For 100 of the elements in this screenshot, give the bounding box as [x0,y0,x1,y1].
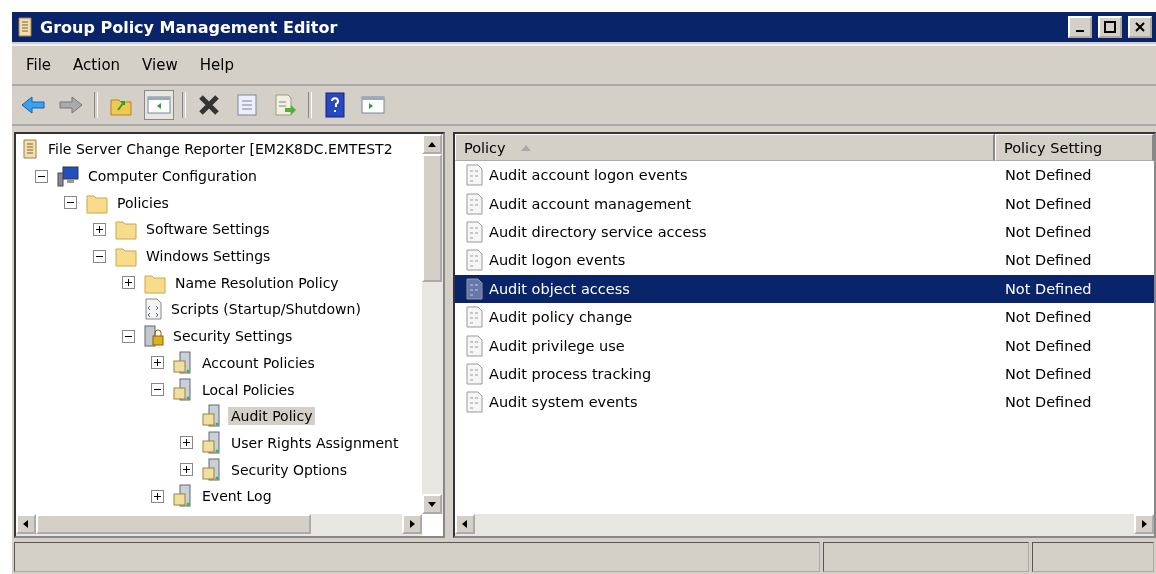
policy-document-icon [464,249,485,272]
policy-setting: Not Defined [1003,167,1093,184]
policy-setting: Not Defined [1003,223,1093,240]
tree-item[interactable]: Account Policies [199,353,318,372]
plus-icon [153,491,162,501]
menu-item[interactable]: View [142,56,178,74]
plus-icon [153,358,162,368]
tree-item[interactable]: Computer Configuration [85,167,260,186]
horizontal-scrollbar[interactable] [454,514,1154,536]
scroll-icon [16,16,34,38]
tree-item[interactable]: Scripts (Startup/Shutdown) [168,300,364,319]
policy-row[interactable]: Audit privilege use Not Defined [454,331,1154,360]
menu-item[interactable]: File [26,56,52,74]
close-icon [1134,21,1146,33]
document-list-icon [236,93,258,117]
policy-row[interactable]: Audit policy change Not Defined [454,302,1154,332]
policy-name: Audit policy change [488,309,633,326]
policy-document-icon [464,334,485,357]
tree-item[interactable]: Local Policies [199,380,298,399]
tree-item[interactable]: File Server Change Reporter [EM2K8DC.EMTEST2 [45,140,396,159]
collapse-button[interactable] [93,249,106,263]
tree-item[interactable]: Audit Policy [228,407,316,426]
plus-icon [95,224,104,234]
policy-row[interactable]: Audit object access Not Defined [454,274,1154,303]
policy-document-icon [464,391,485,414]
policy-document-icon [464,164,485,187]
policy-document-icon [464,306,485,329]
server-icon [172,484,194,509]
plus-icon [182,465,191,475]
tree-item[interactable]: User Rights Assignment [228,433,402,452]
server-icon [172,350,194,375]
policy-row[interactable]: Audit account management Not Defined [454,189,1154,218]
tree-item[interactable]: Name Resolution Policy [172,273,342,292]
policy-row[interactable]: Audit directory service access Not Defined [454,217,1154,247]
right-arrow-icon [58,95,84,115]
expand-button[interactable] [180,463,193,477]
collapse-button[interactable] [122,329,135,343]
window-title: Group Policy Management Editor [40,17,339,37]
policy-name: Audit privilege use [488,337,625,354]
collapse-button[interactable] [64,196,77,210]
minimize-icon [1076,30,1084,32]
plus-icon [182,438,191,448]
expand-button[interactable] [93,222,106,236]
left-arrow-icon [21,519,31,529]
collapse-button[interactable] [35,169,48,183]
menu-item[interactable]: Action [73,56,121,74]
menu-item[interactable]: Help [199,56,234,74]
server-icon [172,377,194,402]
policy-document-icon [464,220,485,243]
policy-document-icon [464,362,485,385]
policy-document-icon [464,192,485,215]
policy-row[interactable]: Audit logon events Not Defined [454,246,1154,275]
maximize-button[interactable] [1098,16,1122,38]
policy-row[interactable]: Audit system events Not Defined [454,388,1154,417]
policy-setting: Not Defined [1003,252,1093,269]
policy-setting: Not Defined [1003,195,1093,212]
server-lock-icon [143,324,165,349]
tree-item[interactable]: Software Settings [143,220,273,239]
document-arrow-icon [273,93,297,117]
left-arrow-icon [20,95,46,115]
expand-button[interactable] [180,436,193,450]
tree-item[interactable]: Policies [114,193,172,212]
folder-icon [114,218,138,241]
server-icon [201,404,223,429]
tree-item[interactable]: Event Log [199,487,275,506]
expand-button[interactable] [151,356,164,370]
expand-button[interactable] [151,489,164,503]
policy-name: Audit directory service access [488,223,707,240]
close-button[interactable] [1128,16,1152,38]
column-header[interactable]: Policy [454,134,995,161]
policy-name: Audit system events [488,394,638,411]
policy-name: Audit object access [488,280,630,297]
maximize-icon [1104,21,1116,33]
console-tree-button[interactable] [144,90,174,120]
policy-setting: Not Defined [1003,365,1093,382]
policy-name: Audit logon events [488,252,626,269]
policy-row[interactable]: Audit account logon events Not Defined [454,161,1154,190]
policy-document-icon [464,277,485,300]
right-arrow-icon [1139,519,1149,529]
column-header[interactable]: Policy Setting [994,134,1154,161]
policy-setting: Not Defined [1003,394,1093,411]
plus-icon [124,278,133,288]
tree-item[interactable]: Security Settings [170,327,296,346]
vertical-scrollbar[interactable] [421,134,443,514]
policy-name: Audit process tracking [488,365,652,382]
help-icon [325,92,345,118]
window-pane-icon [361,95,385,115]
policy-row[interactable]: Audit process tracking Not Defined [454,359,1154,389]
folder-icon [114,245,138,268]
policy-setting: Not Defined [1003,337,1093,354]
server-icon [201,430,223,455]
expand-button[interactable] [122,276,135,290]
policy-setting: Not Defined [1003,309,1093,326]
collapse-button[interactable] [151,383,164,397]
tree-item[interactable]: Windows Settings [143,247,274,266]
policy-setting: Not Defined [1003,280,1093,297]
policy-name: Audit account logon events [488,167,688,184]
horizontal-scrollbar[interactable] [16,514,422,536]
minimize-button[interactable] [1068,16,1092,38]
tree-item[interactable]: Security Options [228,460,350,479]
